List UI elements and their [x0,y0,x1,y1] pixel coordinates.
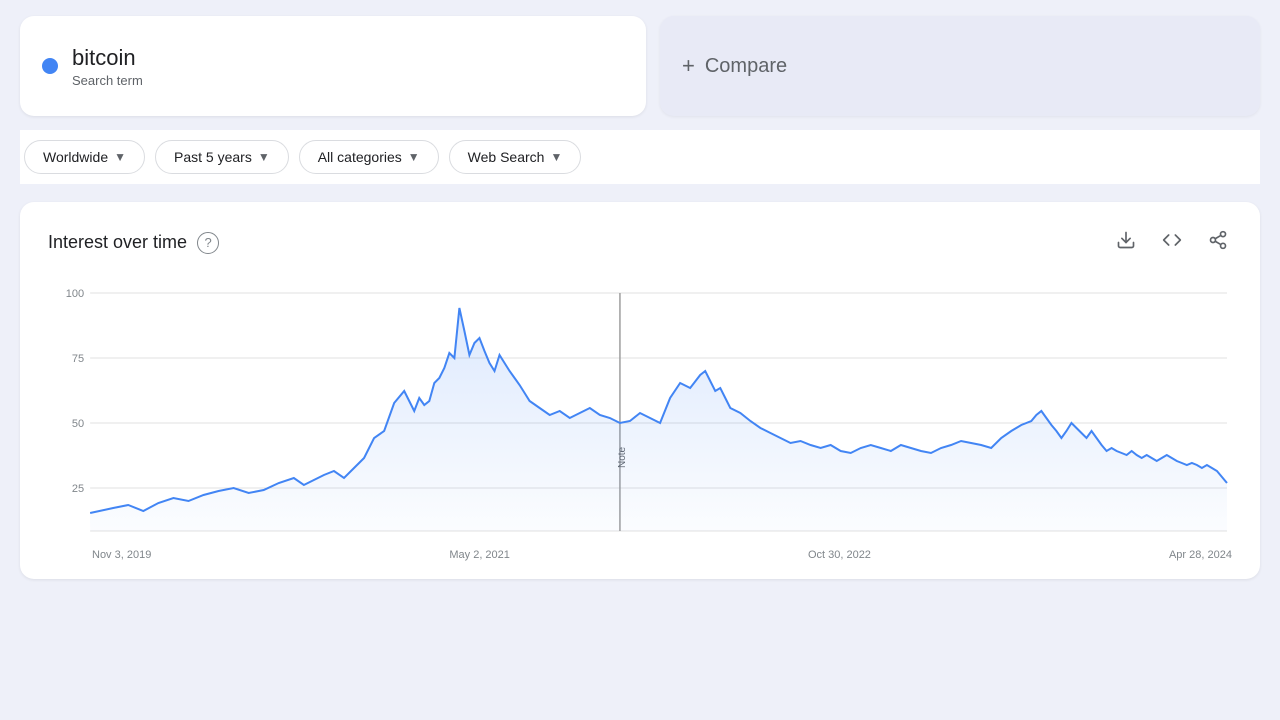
chart-title-row: Interest over time ? [48,232,219,254]
share-icon [1208,230,1228,250]
compare-card[interactable]: + Compare [660,16,1260,116]
term-type: Search term [72,73,143,88]
filters-row: Worldwide ▼ Past 5 years ▼ All categorie… [20,130,1260,184]
chart-title: Interest over time [48,232,187,253]
term-name: bitcoin [72,45,143,71]
chart-actions [1112,226,1232,259]
page-wrapper: bitcoin Search term + Compare Worldwide … [0,0,1280,595]
x-axis-labels: Nov 3, 2019 May 2, 2021 Oct 30, 2022 Apr… [48,543,1232,561]
chevron-down-icon: ▼ [550,150,562,164]
help-icon[interactable]: ? [197,232,219,254]
svg-text:75: 75 [72,353,84,365]
search-term-text: bitcoin Search term [72,45,143,88]
chart-header: Interest over time ? [48,226,1232,259]
filter-region[interactable]: Worldwide ▼ [24,140,145,174]
svg-text:25: 25 [72,483,84,495]
filter-region-label: Worldwide [43,149,108,165]
chevron-down-icon: ▼ [408,150,420,164]
chart-area-fill [90,308,1227,531]
filter-category-label: All categories [318,149,402,165]
svg-text:50: 50 [72,418,84,430]
filter-time[interactable]: Past 5 years ▼ [155,140,289,174]
chart-card: Interest over time ? 100 75 [20,202,1260,579]
plus-icon: + [682,53,695,79]
compare-label: Compare [705,55,787,78]
share-button[interactable] [1204,226,1232,259]
trend-chart: 100 75 50 25 Note [48,283,1232,543]
filter-search-type[interactable]: Web Search ▼ [449,140,582,174]
x-label-2: Oct 30, 2022 [808,549,871,561]
chevron-down-icon: ▼ [258,150,270,164]
download-button[interactable] [1112,226,1140,259]
chevron-down-icon: ▼ [114,150,126,164]
filter-time-label: Past 5 years [174,149,252,165]
svg-text:100: 100 [66,288,84,300]
search-term-card: bitcoin Search term [20,16,646,116]
x-label-0: Nov 3, 2019 [92,549,151,561]
filter-search-type-label: Web Search [468,149,545,165]
embed-icon [1162,230,1182,250]
filter-category[interactable]: All categories ▼ [299,140,439,174]
download-icon [1116,230,1136,250]
embed-button[interactable] [1158,226,1186,259]
x-label-1: May 2, 2021 [449,549,510,561]
chart-area: 100 75 50 25 Note [48,283,1232,561]
x-label-3: Apr 28, 2024 [1169,549,1232,561]
search-term-dot [42,58,58,74]
top-row: bitcoin Search term + Compare [20,16,1260,116]
